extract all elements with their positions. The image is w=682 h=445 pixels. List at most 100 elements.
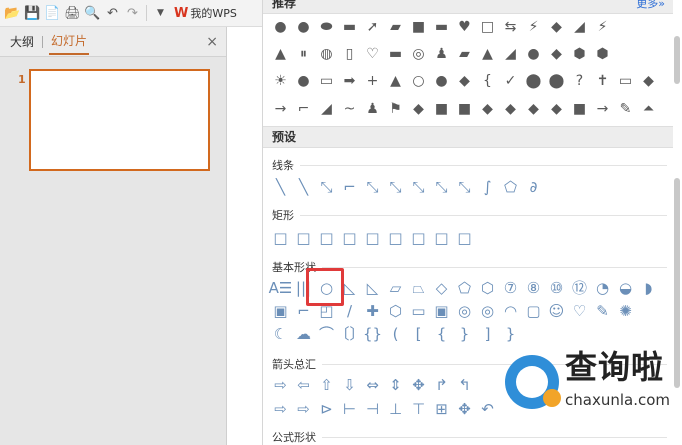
shape-rec-row4-15[interactable]: ✎ [614, 98, 637, 120]
shape-basic-row1-14[interactable]: ◔ [591, 277, 614, 299]
shape-line-shapes-1[interactable]: ╲ [292, 176, 315, 198]
save-icon[interactable]: 💾 [24, 5, 41, 22]
shape-arrow-row1-6[interactable]: ✥ [407, 374, 430, 396]
shape-rect-shapes-3[interactable]: □ [338, 227, 361, 249]
shape-arrow-row2-6[interactable]: ⊤ [407, 398, 430, 420]
redo-icon[interactable]: ↷ [124, 5, 141, 22]
shape-rec-row4-16[interactable]: ⏶ [637, 98, 660, 120]
tab-outline[interactable]: 大纲 [8, 29, 36, 54]
shape-rec-row2-3[interactable]: ▯ [338, 43, 361, 65]
shape-line-shapes-6[interactable]: ⤡ [407, 176, 430, 198]
shape-rec-row3-13[interactable]: ? [568, 70, 591, 92]
shape-basic-row1-11[interactable]: ⑧ [522, 277, 545, 299]
shape-basic-row2-5[interactable]: ⬡ [384, 300, 407, 322]
shape-arrow-row2-3[interactable]: ⊢ [338, 398, 361, 420]
shape-basic-row2-9[interactable]: ◎ [476, 300, 499, 322]
shape-line-shapes-4[interactable]: ⤡ [361, 176, 384, 198]
shape-basic-row2-11[interactable]: ▢ [522, 300, 545, 322]
shape-rec-row3-16[interactable]: ◆ [637, 70, 660, 92]
shape-rec-row3-5[interactable]: ▲ [384, 70, 407, 92]
print-icon[interactable]: 🖨 [64, 5, 81, 22]
shape-basic-row1-8[interactable]: ⬠ [453, 277, 476, 299]
shape-rect-shapes-5[interactable]: □ [384, 227, 407, 249]
shape-basic-row1-4[interactable]: ◺ [361, 277, 384, 299]
shape-basic-row3-5[interactable]: ( [384, 323, 407, 345]
shape-basic-row2-10[interactable]: ◠ [499, 300, 522, 322]
shape-arrow-row1-2[interactable]: ⇧ [315, 374, 338, 396]
shape-arrow-row2-8[interactable]: ✥ [453, 398, 476, 420]
shape-basic-row3-3[interactable]: 〔〕 [335, 323, 365, 345]
shape-basic-row3-0[interactable]: ☾ [269, 323, 292, 345]
shape-rec-row4-3[interactable]: ~ [338, 98, 361, 120]
shape-arrow-row2-7[interactable]: ⊞ [430, 398, 453, 420]
shape-line-shapes-5[interactable]: ⤡ [384, 176, 407, 198]
shape-rec-row4-0[interactable]: → [269, 98, 292, 120]
shape-arrow-row1-4[interactable]: ⇔ [361, 374, 384, 396]
shape-basic-row1-9[interactable]: ⬡ [476, 277, 499, 299]
shape-rec-row2-14[interactable]: ⬢ [591, 43, 614, 65]
shape-rec-row1-8[interactable]: ♥ [453, 16, 476, 38]
shape-rec-row2-11[interactable]: ● [522, 43, 545, 65]
shape-rec-row4-8[interactable]: ■ [453, 98, 476, 120]
shape-basic-row3-10[interactable]: } [499, 323, 522, 345]
shape-basic-row2-15[interactable]: ✺ [614, 300, 637, 322]
open-folder-icon[interactable]: 📂 [4, 5, 21, 22]
more-link[interactable]: 更多» [636, 0, 665, 14]
shape-line-shapes-2[interactable]: ⤡ [315, 176, 338, 198]
shape-arrow-row1-0[interactable]: ⇨ [269, 374, 292, 396]
shape-line-shapes-9[interactable]: ∫ [476, 176, 499, 198]
shape-rec-row2-5[interactable]: ▬ [384, 43, 407, 65]
shape-basic-row1-13[interactable]: ⑫ [568, 277, 591, 299]
shape-rec-row4-4[interactable]: ♟ [361, 98, 384, 120]
shape-rec-row4-2[interactable]: ◢ [315, 98, 338, 120]
shape-basic-row1-6[interactable]: ⏢ [407, 277, 430, 299]
shape-rec-row2-13[interactable]: ⬢ [568, 43, 591, 65]
shape-rec-row2-4[interactable]: ♡ [361, 43, 384, 65]
shape-basic-row2-13[interactable]: ♡ [568, 300, 591, 322]
shape-rec-row1-14[interactable]: ⚡ [591, 16, 614, 38]
shape-rec-row1-11[interactable]: ⚡ [522, 16, 545, 38]
shape-rec-row4-10[interactable]: ◆ [499, 98, 522, 120]
shape-arrow-row2-5[interactable]: ⊥ [384, 398, 407, 420]
shape-basic-row3-8[interactable]: } [453, 323, 476, 345]
shape-basic-row2-7[interactable]: ▣ [430, 300, 453, 322]
preset-scroll-thumb[interactable] [674, 178, 680, 388]
shape-rec-row1-5[interactable]: ▰ [384, 16, 407, 38]
shape-basic-row1-7[interactable]: ◇ [430, 277, 453, 299]
shape-basic-row2-12[interactable]: ☺ [545, 300, 568, 322]
shape-rec-row1-10[interactable]: ⇆ [499, 16, 522, 38]
shape-rec-row1-13[interactable]: ◢ [568, 16, 591, 38]
shape-rec-row4-12[interactable]: ◆ [545, 98, 568, 120]
shape-basic-row3-6[interactable]: [ [407, 323, 430, 345]
shape-rec-row4-9[interactable]: ◆ [476, 98, 499, 120]
shape-arrow-row2-9[interactable]: ↶ [476, 398, 499, 420]
shape-line-shapes-0[interactable]: ╲ [269, 176, 292, 198]
shape-rec-row3-4[interactable]: + [361, 70, 384, 92]
shape-rec-row4-13[interactable]: ■ [568, 98, 591, 120]
shape-line-shapes-10[interactable]: ⬠ [499, 176, 522, 198]
shape-rec-row2-0[interactable]: ▲ [269, 43, 292, 65]
shape-rect-shapes-6[interactable]: □ [407, 227, 430, 249]
shape-line-shapes-3[interactable]: ⌐ [338, 176, 361, 198]
shape-basic-row3-1[interactable]: ☁ [292, 323, 315, 345]
shape-arrow-row2-4[interactable]: ⊣ [361, 398, 384, 420]
my-wps-button[interactable]: W 我的WPS [174, 5, 237, 21]
shape-basic-row3-9[interactable]: ] [476, 323, 499, 345]
shape-rec-row3-1[interactable]: ● [292, 70, 315, 92]
shape-arrow-row1-8[interactable]: ↰ [453, 374, 476, 396]
shape-rec-row1-12[interactable]: ◆ [545, 16, 568, 38]
shape-rec-row3-7[interactable]: ● [430, 70, 453, 92]
shape-arrow-row1-3[interactable]: ⇩ [338, 374, 361, 396]
tab-slides[interactable]: 幻灯片 [49, 28, 90, 55]
shape-rec-row1-0[interactable]: ● [269, 16, 292, 38]
shape-rec-row4-5[interactable]: ⚑ [384, 98, 407, 120]
close-icon[interactable]: × [206, 34, 218, 50]
shape-rect-shapes-1[interactable]: □ [292, 227, 315, 249]
shape-rec-row3-11[interactable]: ⬤ [522, 70, 545, 92]
shape-arrow-row2-1[interactable]: ⇨ [292, 398, 315, 420]
shape-rec-row2-12[interactable]: ◆ [545, 43, 568, 65]
shape-basic-row2-8[interactable]: ◎ [453, 300, 476, 322]
shape-rec-row4-14[interactable]: → [591, 98, 614, 120]
undo-icon[interactable]: ↶ [104, 5, 121, 22]
shape-rec-row2-8[interactable]: ▰ [453, 43, 476, 65]
